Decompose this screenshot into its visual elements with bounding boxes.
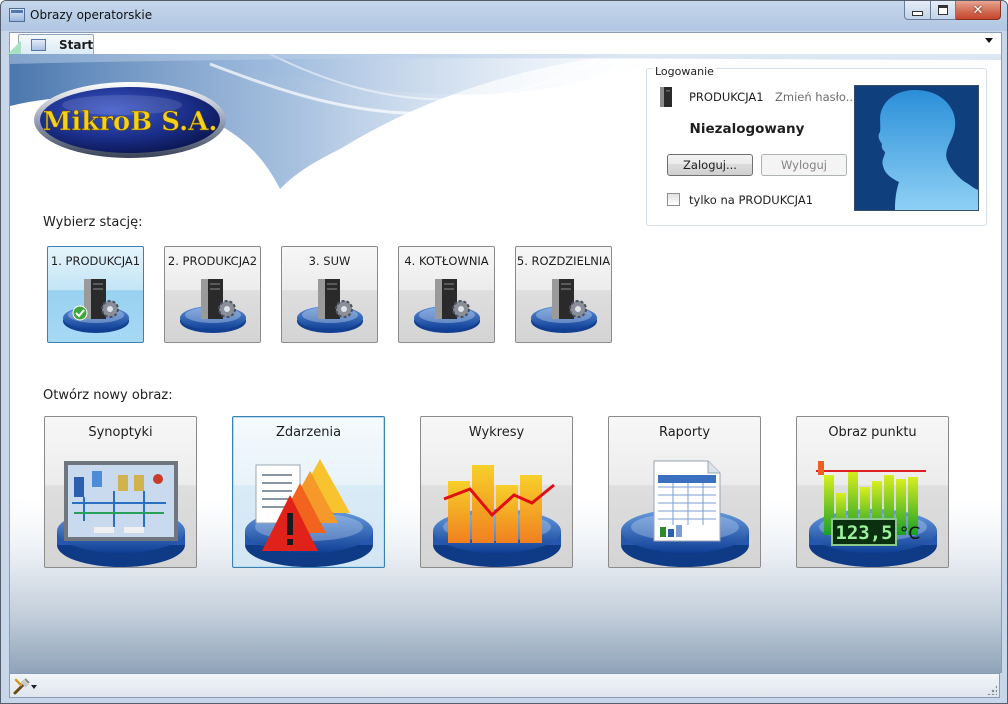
server-icon: [180, 279, 246, 333]
login-status: Niezalogowany: [689, 121, 805, 137]
views-heading: Otwórz nowy obraz:: [43, 388, 173, 403]
tools-icon[interactable]: [13, 677, 31, 695]
minimize-button[interactable]: [904, 1, 931, 20]
app-window: Obrazy operatorskie ✕ Start MikroB S.A. …: [0, 0, 1008, 704]
login-button[interactable]: Zaloguj...: [667, 154, 753, 176]
point-reading: 123,5: [835, 522, 892, 544]
status-bar: [9, 673, 1000, 698]
station-label: 5. ROZDZIELNIA: [516, 254, 611, 268]
view-label: Wykresy: [468, 425, 525, 440]
only-station-checkbox-label[interactable]: tylko na PRODUKCJA1: [689, 193, 813, 207]
minimize-icon: [912, 10, 923, 16]
view-button-chart[interactable]: Wykresy: [420, 416, 573, 568]
view-label: Obraz punktu: [828, 425, 917, 440]
server-icon: [297, 279, 363, 333]
view-button-point-gauge[interactable]: Obraz punktu 123,5 °C: [796, 416, 949, 568]
point-unit: °C: [900, 524, 920, 544]
only-station-checkbox[interactable]: [667, 193, 680, 206]
view-label: Raporty: [658, 425, 711, 440]
station-label: 3. SUW: [308, 254, 351, 268]
events-warning-icon: [245, 459, 373, 567]
maximize-icon: [938, 5, 948, 15]
view-button-synoptic[interactable]: Synoptyki: [44, 416, 197, 568]
login-station-name: PRODUKCJA1: [689, 90, 764, 104]
station-label: 2. PRODUKCJA2: [167, 254, 258, 268]
login-legend: Logowanie: [653, 65, 716, 78]
chart-icon: [433, 465, 561, 567]
view-label: Synoptyki: [88, 425, 153, 440]
point-gauge-icon: 123,5 °C: [809, 461, 937, 567]
station-button-2[interactable]: 2. PRODUKCJA2: [164, 246, 261, 343]
station-label: 4. KOTŁOWNIA: [404, 254, 489, 268]
server-icon: [414, 279, 480, 333]
stations-heading: Wybierz stację:: [43, 215, 143, 230]
login-panel: Logowanie PRODUKCJA1 Zmień hasło... Niez…: [646, 65, 987, 226]
close-icon: ✕: [972, 2, 984, 18]
tab-start[interactable]: Start: [7, 34, 94, 57]
server-icon: [531, 279, 597, 333]
logo-text: MikroB S.A.: [43, 107, 218, 137]
change-password-link[interactable]: Zmień hasło...: [775, 90, 857, 104]
station-label: 1. PRODUKCJA1: [50, 254, 141, 268]
company-logo: MikroB S.A.: [34, 82, 226, 158]
start-page: MikroB S.A. Wybierz stację: 1. PRODUKCJA…: [9, 54, 1002, 673]
station-button-4[interactable]: 4. KOTŁOWNIA: [398, 246, 495, 343]
tab-list-dropdown-icon[interactable]: [985, 38, 993, 43]
station-button-5[interactable]: 5. ROZDZIELNIA: [515, 246, 612, 343]
station-button-1[interactable]: 1. PRODUKCJA1: [47, 246, 144, 343]
view-label: Zdarzenia: [275, 425, 342, 440]
tab-strip: Start: [7, 32, 1002, 57]
avatar: [854, 85, 979, 211]
window-title: Obrazy operatorskie: [30, 8, 153, 22]
maximize-button[interactable]: [931, 1, 956, 20]
app-window-icon: [9, 8, 25, 22]
station-button-3[interactable]: 3. SUW: [281, 246, 378, 343]
report-icon: [621, 460, 749, 567]
tab-label: Start: [59, 38, 94, 52]
view-button-report[interactable]: Raporty: [608, 416, 761, 568]
close-button[interactable]: ✕: [956, 1, 1001, 20]
server-icon: [660, 87, 672, 107]
server-ok-icon: [63, 279, 129, 333]
synoptic-icon: [57, 461, 185, 567]
window-icon: [31, 39, 46, 51]
window-controls: ✕: [904, 1, 1001, 20]
title-bar[interactable]: Obrazy operatorskie ✕: [1, 1, 1007, 31]
user-silhouette-icon: [878, 90, 978, 210]
tools-dropdown-arrow-icon[interactable]: [31, 685, 37, 689]
view-button-events-warning[interactable]: Zdarzenia: [232, 416, 385, 568]
resize-grip-icon[interactable]: [987, 685, 997, 695]
logout-button[interactable]: Wyloguj: [761, 154, 847, 176]
